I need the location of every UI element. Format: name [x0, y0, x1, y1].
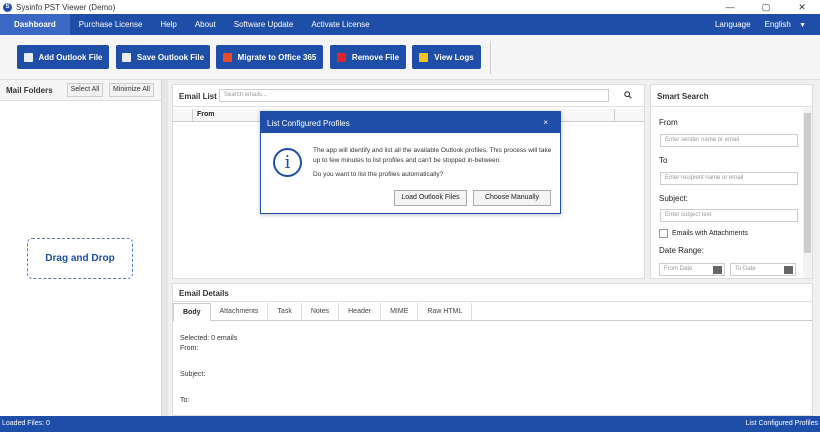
mail-folders-panel: Mail Folders Select All Minimize All Dra… [0, 80, 162, 416]
tab-mime[interactable]: MIME [381, 303, 419, 321]
toolbar-divider [490, 41, 491, 74]
logs-icon [419, 52, 429, 62]
status-message: List Configured Profiles [745, 420, 818, 427]
add-outlook-file-button[interactable]: Add Outlook File [17, 45, 109, 69]
from-date-placeholder: From Date [664, 266, 693, 272]
column-divider [614, 109, 615, 122]
dialog-title: List Configured Profiles [267, 119, 350, 128]
app-logo-icon: S [3, 2, 12, 12]
office-icon [222, 52, 232, 62]
list-profiles-dialog: List Configured Profiles × i The app wil… [260, 111, 561, 214]
search-input[interactable]: Search emails... [219, 89, 609, 102]
migrate-office365-label: Migrate to Office 365 [237, 52, 317, 62]
sender-input[interactable]: Enter sender name or email [660, 134, 798, 147]
save-outlook-file-label: Save Outlook File [136, 52, 205, 62]
menu-software-update[interactable]: Software Update [225, 14, 303, 35]
add-outlook-file-label: Add Outlook File [38, 52, 103, 62]
calendar-icon[interactable] [713, 266, 722, 274]
close-window-button[interactable]: ✕ [784, 0, 820, 14]
dialog-title-bar: List Configured Profiles × [261, 112, 560, 133]
subject-input[interactable]: Enter subject text [660, 209, 798, 222]
details-tabs: Body Attachments Task Notes Header MIME … [173, 303, 812, 321]
menu-bar: Dashboard Purchase License Help About So… [0, 14, 820, 35]
detail-to-label: To: [180, 397, 190, 404]
smart-search-header: Smart Search [651, 85, 812, 107]
mail-folders-title: Mail Folders [6, 86, 53, 95]
smart-search-panel: Smart Search From Enter sender name or e… [650, 84, 813, 279]
email-details-header: Email Details [173, 284, 812, 302]
email-list-title: Email List [179, 92, 217, 101]
calendar-icon[interactable] [784, 266, 793, 274]
loaded-files-status: Loaded Files: 0 [2, 420, 50, 427]
remove-icon [336, 52, 346, 62]
title-bar: S Sysinfo PST Viewer (Demo) — ▢ ✕ [0, 0, 820, 14]
checkbox-column[interactable] [173, 109, 193, 122]
menu-purchase-license[interactable]: Purchase License [70, 14, 152, 35]
to-date-placeholder: To Date [735, 266, 756, 272]
tab-attachments[interactable]: Attachments [211, 303, 269, 321]
detail-from-label: From: [180, 345, 199, 352]
view-logs-label: View Logs [434, 52, 474, 62]
search-icon[interactable] [624, 91, 632, 99]
select-all-button[interactable]: Select All [67, 83, 103, 97]
language-value: English [764, 20, 791, 29]
scrollbar-thumb[interactable] [804, 113, 811, 253]
view-logs-button[interactable]: View Logs [412, 45, 481, 69]
chevron-down-icon: ▼ [799, 22, 806, 29]
mail-folders-header: Mail Folders Select All Minimize All [0, 80, 161, 101]
window-title: Sysinfo PST Viewer (Demo) [16, 2, 116, 12]
tab-header[interactable]: Header [339, 303, 382, 321]
toolbar: Add Outlook File Save Outlook File Migra… [0, 35, 820, 80]
date-range-label: Date Range: [659, 246, 704, 255]
tab-task[interactable]: Task [268, 303, 302, 321]
column-from[interactable]: From [197, 111, 215, 118]
email-details-panel: Email Details Body Attachments Task Note… [172, 283, 813, 416]
menu-dashboard[interactable]: Dashboard [0, 14, 70, 35]
remove-file-label: Remove File [351, 52, 400, 62]
from-date-input[interactable]: From Date [659, 263, 725, 276]
menu-activate-license[interactable]: Activate License [302, 14, 378, 35]
language-select[interactable]: English ▼ [765, 20, 806, 29]
drag-and-drop-zone[interactable]: Drag and Drop [27, 238, 133, 279]
load-outlook-files-button[interactable]: Load Outlook Files [394, 190, 467, 206]
attachments-checkbox[interactable] [659, 229, 668, 238]
minimize-all-button[interactable]: Minimize All [109, 83, 154, 97]
tab-raw-html[interactable]: Raw HTML [418, 303, 473, 321]
email-details-title: Email Details [179, 289, 229, 298]
remove-file-button[interactable]: Remove File [330, 45, 406, 69]
add-file-icon [23, 52, 33, 62]
to-date-input[interactable]: To Date [730, 263, 796, 276]
save-icon [121, 52, 131, 62]
window-controls: — ▢ ✕ [712, 0, 820, 14]
smart-search-title: Smart Search [657, 92, 709, 101]
info-icon: i [273, 148, 302, 177]
recipient-input[interactable]: Enter recipient name or email [660, 172, 798, 185]
minimize-button[interactable]: — [712, 0, 748, 14]
attachments-label: Emails with Attachments [672, 230, 748, 237]
detail-subject-label: Subject: [180, 371, 206, 378]
menu-about[interactable]: About [186, 14, 225, 35]
to-label: To [659, 156, 668, 165]
tab-body[interactable]: Body [173, 303, 211, 321]
selected-count: Selected: 0 emails [180, 335, 238, 342]
maximize-button[interactable]: ▢ [748, 0, 784, 14]
choose-manually-button[interactable]: Choose Manually [473, 190, 551, 206]
panel-splitter[interactable] [162, 80, 168, 416]
language-label: Language [714, 20, 751, 29]
email-list-header: Email List Search emails... [173, 85, 644, 107]
tab-notes[interactable]: Notes [302, 303, 340, 321]
dialog-message: The app will identify and list all the a… [313, 147, 552, 164]
status-bar: Loaded Files: 0 List Configured Profiles [0, 416, 820, 432]
subject-label: Subject: [659, 194, 688, 203]
migrate-office365-button[interactable]: Migrate to Office 365 [216, 45, 323, 69]
menu-help[interactable]: Help [151, 14, 185, 35]
smart-search-scrollbar[interactable] [803, 107, 812, 278]
close-icon[interactable]: × [543, 118, 548, 127]
language-area: Language English ▼ [715, 14, 820, 35]
save-outlook-file-button[interactable]: Save Outlook File [116, 45, 210, 69]
from-label: From [659, 118, 678, 127]
dialog-question: Do you want to list the profiles automat… [313, 171, 444, 178]
